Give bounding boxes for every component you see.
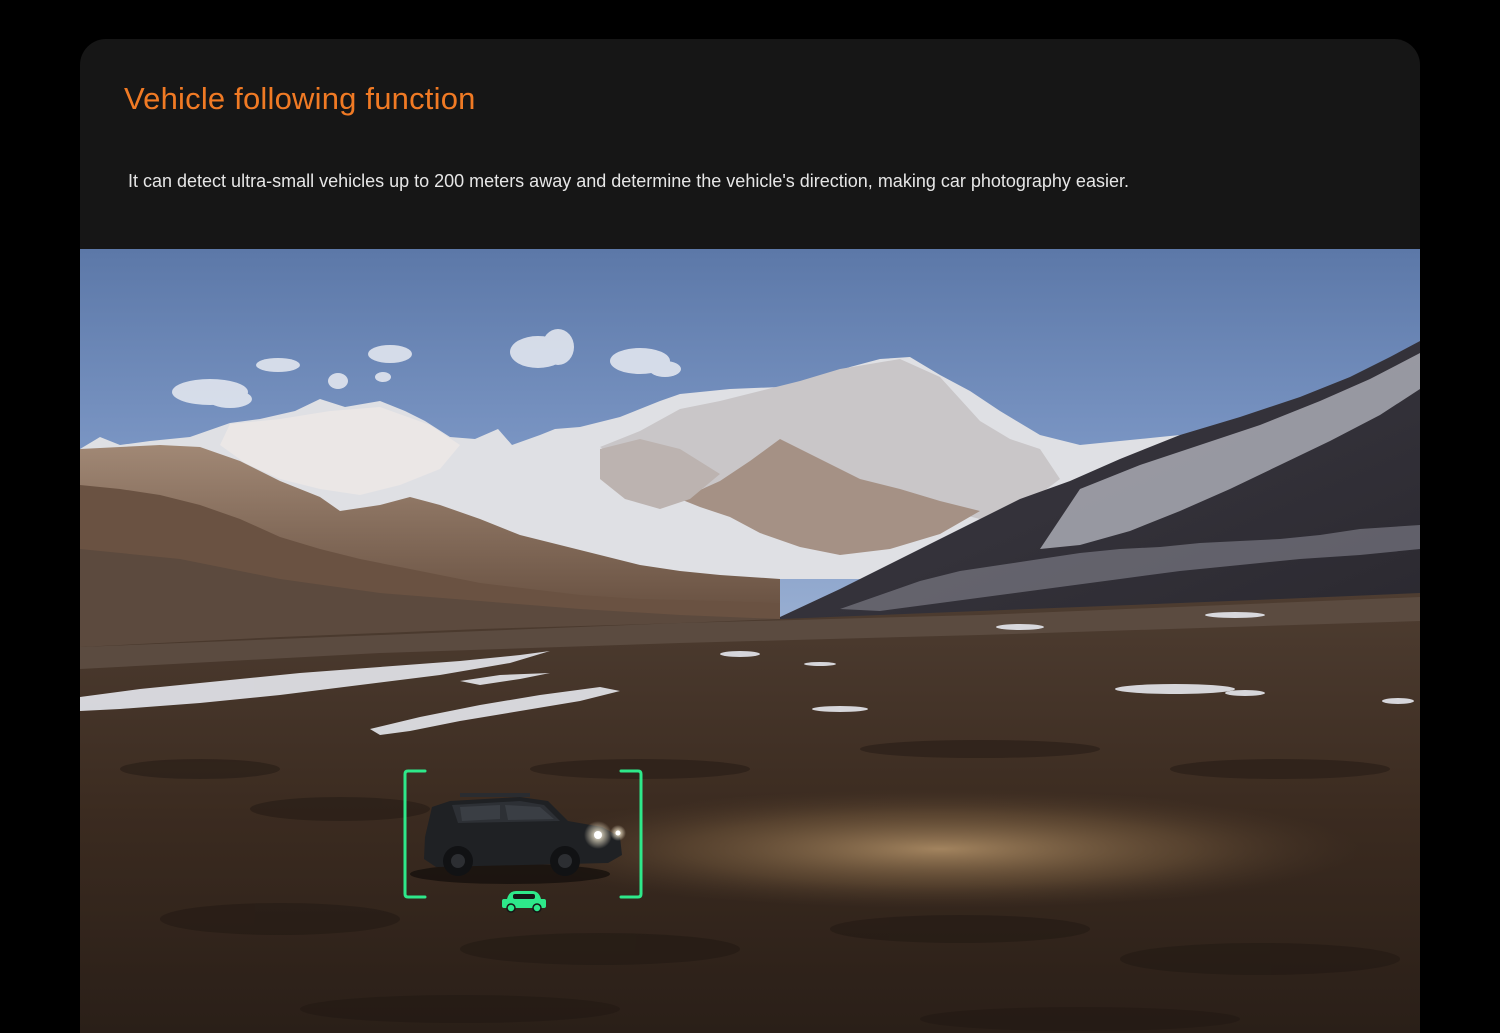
- scene-image: [80, 249, 1420, 1033]
- feature-description: It can detect ultra-small vehicles up to…: [128, 171, 1129, 191]
- feature-title: Vehicle following function: [124, 81, 476, 116]
- headlight-beam: [520, 789, 1360, 909]
- feature-card: Vehicle following function It can detect…: [80, 39, 1420, 1033]
- card-header: Vehicle following function It can detect…: [80, 39, 1420, 249]
